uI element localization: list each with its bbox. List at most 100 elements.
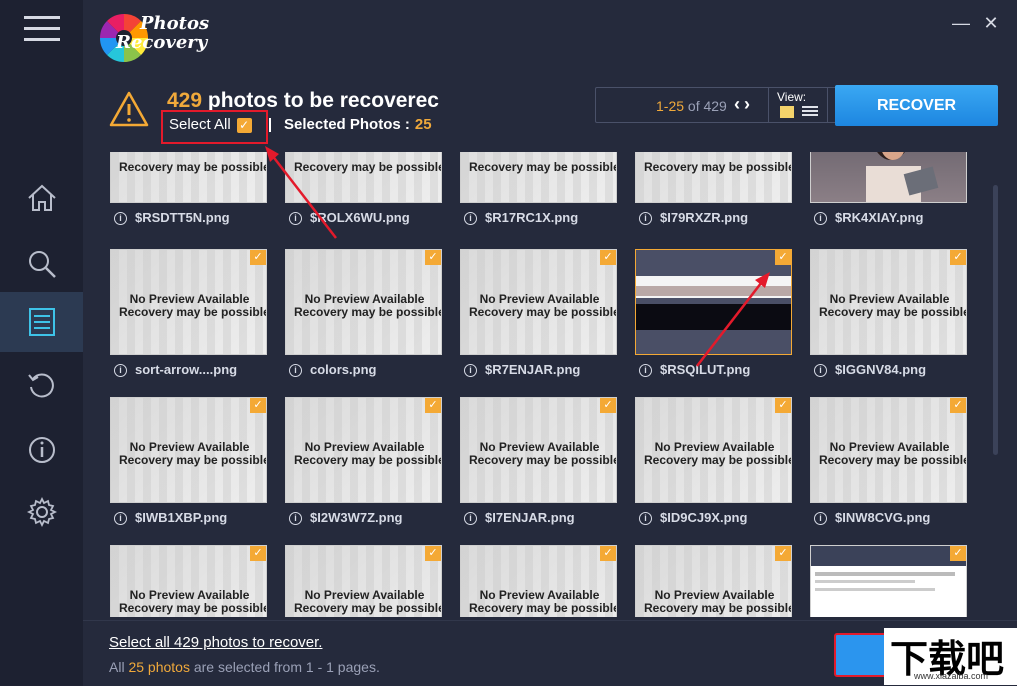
filename-text: $IWB1XBP.png [135,510,228,525]
photo-thumbnail[interactable]: No Preview Available Recovery may be poss… [460,545,617,617]
info-icon[interactable]: i [289,212,302,226]
info-icon[interactable]: i [814,212,827,226]
photo-thumbnail[interactable]: ✓ [810,545,967,617]
info-icon[interactable]: i [114,512,127,526]
photo-thumbnail[interactable]: No Preview Available Recovery may be poss… [810,249,967,355]
close-button[interactable]: ✕ [980,12,1002,34]
photo-tile[interactable]: No Preview Available Recovery may be poss… [110,249,267,378]
photo-tile[interactable]: Recovery may be possible i $ROLX6WU.png [285,152,442,226]
photo-tile[interactable]: i $RK4XIAY.png [810,152,967,226]
photo-thumbnail[interactable]: No Preview Available Recovery may be poss… [635,397,792,503]
photo-checkbox[interactable]: ✓ [775,250,791,265]
menu-icon[interactable] [24,16,60,42]
info-icon[interactable]: i [289,364,302,378]
next-page-icon[interactable]: › [744,94,754,114]
action-button[interactable] [834,633,888,677]
photo-thumbnail[interactable]: Recovery may be possible [285,152,442,203]
photo-tile[interactable]: No Preview Available Recovery may be poss… [110,545,267,617]
photo-tile[interactable]: No Preview Available Recovery may be poss… [460,545,617,617]
no-preview-text: No Preview Available [829,292,950,306]
photo-filename: i $RSQILUT.png [639,362,750,378]
photo-tile[interactable]: No Preview Available Recovery may be poss… [285,249,442,378]
view-label: View: [777,90,807,104]
image-preview-icon [636,276,791,330]
select-all-checkbox[interactable]: Select All ✓ [169,116,252,133]
photo-tile[interactable]: No Preview Available Recovery may be poss… [460,249,617,378]
photo-tile[interactable]: No Preview Available Recovery may be poss… [285,397,442,526]
watermark: 下载吧 www.xiazaiba.com [884,628,1017,685]
prev-page-icon[interactable]: ‹ [734,94,744,114]
photo-thumbnail[interactable]: No Preview Available Recovery may be poss… [635,545,792,617]
photo-thumbnail[interactable]: No Preview Available Recovery may be poss… [285,545,442,617]
photo-thumbnail[interactable]: No Preview Available Recovery may be poss… [285,249,442,355]
info-icon[interactable]: i [464,364,477,378]
photo-checkbox[interactable]: ✓ [950,398,966,413]
photo-thumbnail[interactable] [810,152,967,203]
photo-tile[interactable]: ✓ i $RSQILUT.png [635,249,792,378]
photo-checkbox[interactable]: ✓ [775,546,791,561]
grid-view-icon[interactable] [780,106,794,118]
photo-thumbnail[interactable]: No Preview Available Recovery may be poss… [110,545,267,617]
photo-thumbnail[interactable]: No Preview Available Recovery may be poss… [110,249,267,355]
info-icon[interactable]: i [639,212,652,226]
info-icon[interactable]: i [814,364,827,378]
photo-checkbox[interactable]: ✓ [250,398,266,413]
photo-checkbox[interactable]: ✓ [425,250,441,265]
info-icon[interactable]: i [639,364,652,378]
info-icon[interactable]: i [464,212,477,226]
photo-tile[interactable]: No Preview Available Recovery may be poss… [460,397,617,526]
photo-checkbox[interactable]: ✓ [250,546,266,561]
info-icon[interactable]: i [114,364,127,378]
photo-tile[interactable]: Recovery may be possible i $RSDTT5N.png [110,152,267,226]
photo-thumbnail[interactable]: Recovery may be possible [635,152,792,203]
photo-thumbnail[interactable]: No Preview Available Recovery may be poss… [110,397,267,503]
photo-checkbox[interactable]: ✓ [425,546,441,561]
photo-checkbox[interactable]: ✓ [950,250,966,265]
info-icon[interactable]: i [289,512,302,526]
minimize-button[interactable]: — [950,12,972,34]
scrollbar[interactable] [993,185,998,455]
history-icon[interactable] [0,356,83,416]
photo-tile[interactable]: No Preview Available Recovery may be poss… [110,397,267,526]
info-icon[interactable]: i [639,512,652,526]
filename-text: $ROLX6WU.png [310,210,410,225]
photo-tile[interactable]: Recovery may be possible i $I79RXZR.png [635,152,792,226]
photo-filename: i $INW8CVG.png [814,510,930,526]
photo-tile[interactable]: No Preview Available Recovery may be poss… [810,249,967,378]
photo-tile[interactable]: Recovery may be possible i $R17RC1X.png [460,152,617,226]
photo-checkbox[interactable]: ✓ [950,546,966,561]
list-view-icon[interactable] [802,106,818,118]
info-icon[interactable]: i [114,212,127,226]
photo-tile[interactable]: No Preview Available Recovery may be poss… [285,545,442,617]
selected-photos-count: Selected Photos :25 [284,116,432,133]
recover-button[interactable]: RECOVER [835,85,998,126]
info-icon[interactable]: i [464,512,477,526]
logo-text: Photos Recovery [116,13,210,53]
home-icon[interactable] [0,168,83,228]
list-icon[interactable] [0,292,83,352]
photo-checkbox[interactable]: ✓ [600,546,616,561]
info-icon[interactable]: i [814,512,827,526]
search-icon[interactable] [0,234,83,294]
photo-tile[interactable]: ✓ [810,545,967,617]
photo-thumbnail[interactable]: Recovery may be possible [460,152,617,203]
photo-checkbox[interactable]: ✓ [425,398,441,413]
photo-thumbnail[interactable]: No Preview Available Recovery may be poss… [460,249,617,355]
gear-icon[interactable] [0,482,83,542]
photo-thumbnail[interactable]: Recovery may be possible [110,152,267,203]
select-all-link[interactable]: Select all 429 photos to recover. [109,634,322,651]
filename-text: $RK4XIAY.png [835,210,924,225]
photo-tile[interactable]: No Preview Available Recovery may be poss… [635,545,792,617]
photo-checkbox[interactable]: ✓ [775,398,791,413]
photo-thumbnail[interactable]: ✓ [635,249,792,355]
photo-thumbnail[interactable]: No Preview Available Recovery may be poss… [810,397,967,503]
photo-filename: i $RSDTT5N.png [114,210,230,226]
photo-checkbox[interactable]: ✓ [600,250,616,265]
photo-checkbox[interactable]: ✓ [250,250,266,265]
photo-thumbnail[interactable]: No Preview Available Recovery may be poss… [460,397,617,503]
photo-tile[interactable]: No Preview Available Recovery may be poss… [810,397,967,526]
photo-tile[interactable]: No Preview Available Recovery may be poss… [635,397,792,526]
photo-thumbnail[interactable]: No Preview Available Recovery may be poss… [285,397,442,503]
photo-checkbox[interactable]: ✓ [600,398,616,413]
info-icon[interactable] [0,420,83,480]
